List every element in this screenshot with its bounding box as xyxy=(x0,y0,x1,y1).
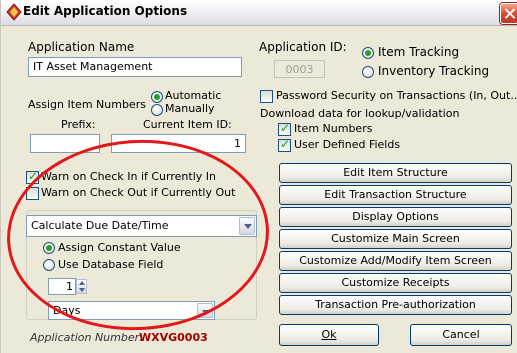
user-defined-fields-label: User Defined Fields xyxy=(294,138,401,151)
edit-application-options-window: Edit Application Options Application Nam… xyxy=(0,0,517,353)
app-diamond-icon xyxy=(6,3,22,21)
use-database-field-radio[interactable] xyxy=(43,259,55,271)
download-data-label: Download data for lookup/validation xyxy=(260,107,460,120)
application-name-label: Application Name xyxy=(28,40,135,54)
item-numbers-label: Item Numbers xyxy=(294,122,373,135)
customize-add-modify-item-screen-button[interactable]: Customize Add/Modify Item Screen xyxy=(279,251,512,271)
application-id-input: 0003 xyxy=(274,60,325,78)
password-security-label: Password Security on Transactions (In, O… xyxy=(276,89,517,102)
due-amount-input[interactable]: 1 xyxy=(48,278,76,295)
manually-label: Manually xyxy=(165,102,215,115)
due-date-mode-value: Calculate Due Date/Time xyxy=(31,219,169,232)
due-date-mode-select[interactable]: Calculate Due Date/Time xyxy=(26,215,257,237)
password-security-checkbox[interactable] xyxy=(260,90,273,103)
use-database-field-label: Use Database Field xyxy=(58,258,164,271)
assign-item-numbers-label: Assign Item Numbers xyxy=(28,98,146,111)
application-id-label: Application ID: xyxy=(259,40,347,54)
application-name-input[interactable]: IT Asset Management xyxy=(28,57,242,77)
automatic-radio[interactable] xyxy=(151,91,163,103)
customize-main-screen-button[interactable]: Customize Main Screen xyxy=(279,229,512,249)
automatic-label: Automatic xyxy=(165,89,222,102)
prefix-input[interactable] xyxy=(30,134,100,153)
chevron-down-icon[interactable] xyxy=(239,217,255,235)
prefix-label: Prefix: xyxy=(61,118,96,131)
spinner-arrows-icon[interactable] xyxy=(76,279,87,294)
inventory-tracking-radio[interactable] xyxy=(362,66,374,78)
cancel-button[interactable]: Cancel xyxy=(410,324,512,346)
customize-receipts-button[interactable]: Customize Receipts xyxy=(279,273,512,293)
transaction-pre-authorization-button[interactable]: Transaction Pre-authorization xyxy=(279,295,512,315)
item-tracking-radio[interactable] xyxy=(362,47,374,59)
manually-radio[interactable] xyxy=(151,104,163,116)
current-item-id-input[interactable]: 1 xyxy=(111,134,246,153)
due-unit-value: Days xyxy=(53,304,81,317)
warn-check-out-label: Warn on Check Out if Currently Out xyxy=(41,186,236,199)
cancel-button-label: Cancel xyxy=(442,328,480,341)
application-number-value: WXVG0003 xyxy=(139,331,208,344)
assign-constant-value-radio[interactable] xyxy=(43,242,55,254)
current-item-id-label: Current Item ID: xyxy=(143,118,232,131)
warn-check-in-checkbox[interactable] xyxy=(26,169,39,184)
item-tracking-label: Item Tracking xyxy=(378,45,460,59)
inventory-tracking-label: Inventory Tracking xyxy=(378,64,490,78)
application-number-label: Application Number: xyxy=(30,331,143,344)
assign-constant-value-label: Assign Constant Value xyxy=(58,241,181,254)
edit-transaction-structure-button[interactable]: Edit Transaction Structure xyxy=(279,185,512,205)
warn-check-in-label: Warn on Check In if Currently In xyxy=(41,170,216,183)
window-title: Edit Application Options xyxy=(23,4,188,18)
ok-button-label: Ok xyxy=(321,328,337,341)
ok-button[interactable]: Ok xyxy=(279,324,379,346)
edit-item-structure-button[interactable]: Edit Item Structure xyxy=(279,163,512,183)
user-defined-fields-checkbox[interactable] xyxy=(278,137,291,152)
title-bar: Edit Application Options xyxy=(1,0,517,26)
chevron-down-icon[interactable] xyxy=(197,303,213,318)
warn-check-out-checkbox[interactable] xyxy=(26,187,39,200)
close-icon[interactable] xyxy=(500,3,517,24)
display-options-button[interactable]: Display Options xyxy=(279,207,512,227)
item-numbers-checkbox[interactable] xyxy=(278,121,291,136)
due-unit-select[interactable]: Days xyxy=(48,301,215,320)
